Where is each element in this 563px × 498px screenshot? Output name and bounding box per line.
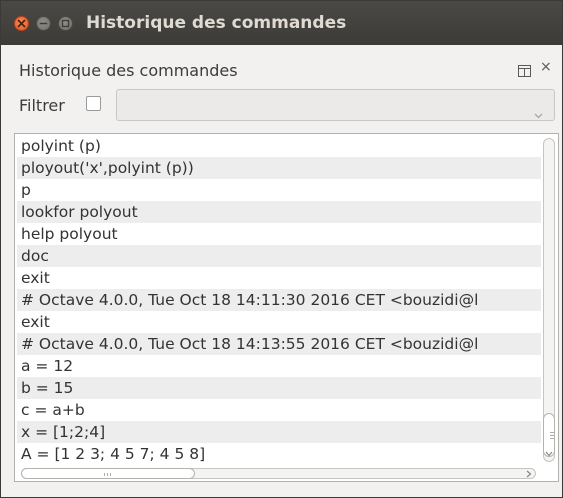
horizontal-scrollbar[interactable] bbox=[17, 467, 540, 481]
history-entry[interactable]: x = [1;2;4] bbox=[17, 421, 541, 443]
history-list[interactable]: polyint (p) ployout('x',polyint (p)) p look… bbox=[17, 135, 541, 466]
dock-close-button[interactable]: × bbox=[540, 59, 552, 75]
minimize-icon bbox=[39, 22, 48, 25]
window-maximize-button[interactable] bbox=[58, 16, 73, 31]
title-bar[interactable]: Historique des commandes bbox=[1, 1, 562, 45]
command-history-window: Historique des commandes Historique des … bbox=[0, 0, 563, 498]
history-entry[interactable]: ployout('x',polyint (p)) bbox=[17, 157, 541, 179]
window-close-button[interactable] bbox=[14, 16, 29, 31]
filter-combobox[interactable] bbox=[116, 89, 555, 121]
history-entry[interactable]: help polyout bbox=[17, 223, 541, 245]
history-list-frame: polyint (p) ployout('x',polyint (p)) p look… bbox=[14, 133, 559, 482]
history-entry[interactable]: polyint (p) bbox=[17, 135, 541, 157]
history-entry[interactable]: # Octave 4.0.0, Tue Oct 18 14:11:30 2016… bbox=[17, 289, 541, 311]
filter-label: Filtrer bbox=[19, 96, 65, 115]
horizontal-scroll-thumb[interactable] bbox=[21, 468, 195, 479]
history-entry[interactable]: exit bbox=[17, 311, 541, 333]
history-entry[interactable]: A = [1 2 3; 4 5 7; 4 5 8] bbox=[17, 443, 541, 465]
combo-arrow bbox=[534, 104, 543, 123]
history-entry[interactable]: c = a+b bbox=[17, 399, 541, 421]
history-entry[interactable]: a = 12 bbox=[17, 355, 541, 377]
maximize-icon bbox=[61, 19, 70, 28]
close-icon bbox=[17, 19, 26, 28]
chevron-down-icon bbox=[534, 113, 543, 119]
window-minimize-button[interactable] bbox=[36, 16, 51, 31]
history-entry[interactable]: p bbox=[17, 179, 541, 201]
scroll-down-icon[interactable] bbox=[545, 451, 553, 457]
undock-icon bbox=[518, 65, 531, 77]
window-title: Historique des commandes bbox=[86, 13, 347, 33]
filter-checkbox[interactable] bbox=[86, 96, 101, 111]
history-entry[interactable]: b = 15 bbox=[17, 377, 541, 399]
undock-button[interactable] bbox=[518, 62, 531, 81]
history-entry[interactable]: # Octave 4.0.0, Tue Oct 18 14:13:55 2016… bbox=[17, 333, 541, 355]
history-entry[interactable]: doc bbox=[17, 245, 541, 267]
scroll-right-icon[interactable] bbox=[526, 470, 532, 478]
history-entry[interactable]: lookfor polyout bbox=[17, 201, 541, 223]
dock-title: Historique des commandes bbox=[19, 61, 238, 80]
history-entry[interactable]: exit bbox=[17, 267, 541, 289]
vertical-scrollbar[interactable] bbox=[540, 135, 558, 466]
